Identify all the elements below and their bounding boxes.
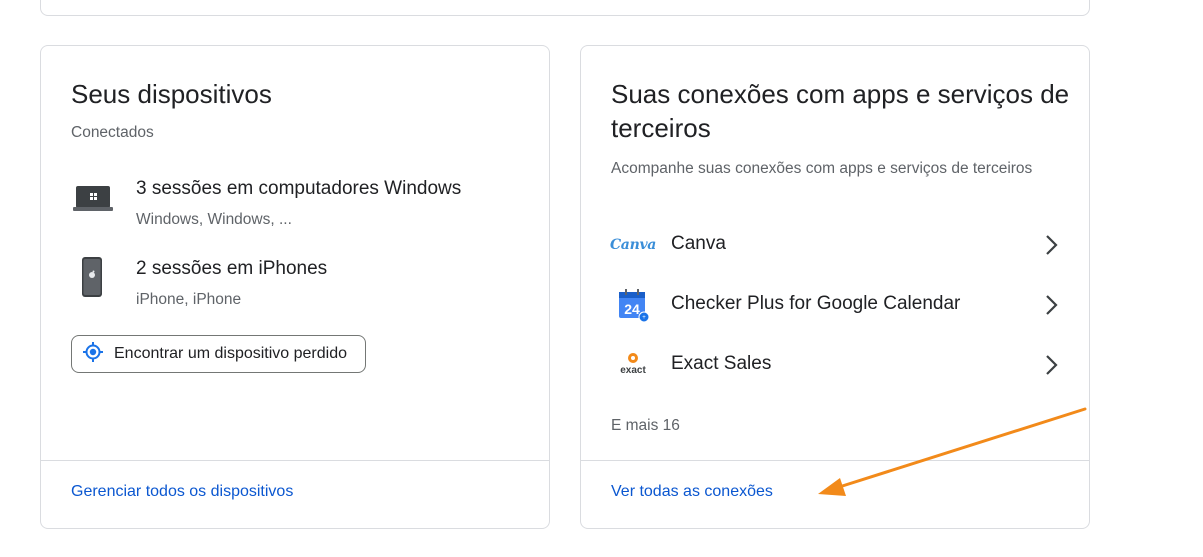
exact-sales-logo: exact [611,345,655,385]
device-row-sub: Windows, Windows, ... [136,211,292,228]
canva-logo: Canva [609,237,657,253]
connections-card-title: Suas conexões com apps e serviços de ter… [611,79,1070,143]
chevron-right-icon [1041,293,1061,317]
devices-card-subtitle: Conectados [71,124,154,141]
previous-card [40,0,1090,16]
svg-text:exact: exact [620,365,646,376]
app-name: Canva [671,233,726,254]
app-name: Checker Plus for Google Calendar [671,293,961,314]
device-row-main: 3 sessões em computadores Windows [136,178,462,199]
manage-devices-link[interactable]: Gerenciar todos os dispositivos [71,483,293,501]
card-divider [41,460,549,461]
devices-card-title: Seus dispositivos [71,79,272,109]
device-row-iphone[interactable]: 2 sessões em iPhones iPhone, iPhone [71,257,511,317]
chevron-right-icon [1041,353,1061,377]
connections-card-subtitle: Acompanhe suas conexões com apps e servi… [611,160,1033,177]
device-row-main: 2 sessões em iPhones [136,258,328,279]
device-row-sub: iPhone, iPhone [136,291,242,308]
laptop-windows-icon [71,177,115,221]
app-row-exact-sales[interactable]: exact Exact Sales [611,345,1061,385]
location-target-icon [82,341,104,368]
app-name: Exact Sales [671,353,772,374]
more-connections-count: E mais 16 [611,417,680,434]
svg-text:24: 24 [624,301,640,317]
device-row-windows[interactable]: 3 sessões em computadores Windows Window… [71,177,511,237]
find-lost-device-label: Encontrar um dispositivo perdido [114,345,348,362]
app-row-checker-plus[interactable]: 24 + Checker Plus for Google Calendar [611,285,1061,325]
chevron-right-icon [1041,233,1061,257]
iphone-icon [71,257,115,301]
find-lost-device-button[interactable]: Encontrar um dispositivo perdido [71,335,367,373]
card-divider [581,460,1089,461]
devices-card: Seus dispositivos Conectados 3 sessões e… [40,45,550,529]
connections-card: Suas conexões com apps e serviços de ter… [580,45,1090,529]
svg-text:+: + [642,315,646,321]
checker-plus-calendar-icon: 24 + [611,285,655,325]
view-all-connections-link[interactable]: Ver todas as conexões [611,483,773,501]
app-row-canva[interactable]: Canva Canva [609,225,1061,265]
